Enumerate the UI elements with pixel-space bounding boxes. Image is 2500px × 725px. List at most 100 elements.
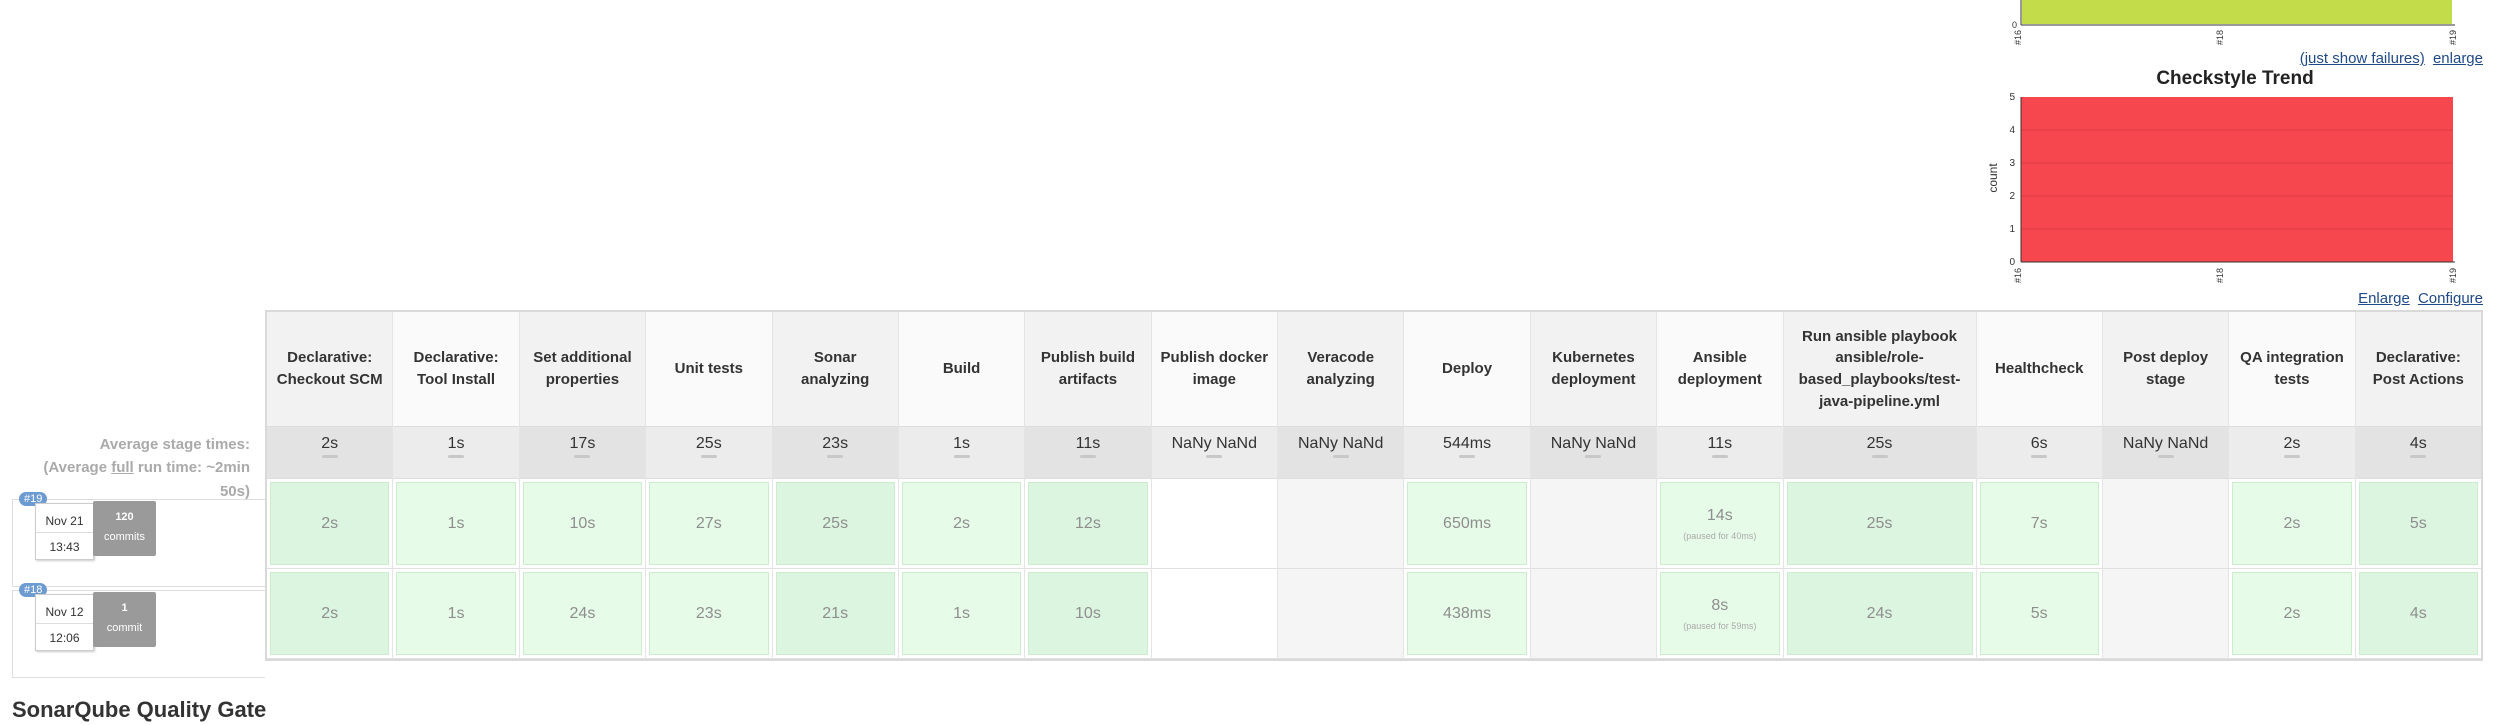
average-bar-icon (2410, 455, 2427, 458)
stage-cell[interactable]: 10s (1025, 569, 1151, 659)
stage-average-time: 4s (2355, 427, 2482, 479)
stage-duration: 8s (1711, 596, 1729, 614)
y-tick-label: 3 (2009, 158, 2015, 169)
stage-cell-duration-box[interactable]: 21s (775, 572, 895, 655)
stage-cell-duration-box[interactable]: 25s (775, 482, 895, 565)
stage-cell-duration-box[interactable]: 24s (522, 572, 643, 655)
stage-cell-duration-box[interactable]: 2s (2232, 572, 2352, 655)
date-divider (36, 623, 93, 624)
stage-cell-duration-box[interactable]: 24s (1786, 572, 1973, 655)
stage-cell[interactable]: 438ms (1404, 569, 1530, 659)
stage-average-time: 2s (267, 427, 393, 479)
stage-cell-duration-box[interactable]: 5s (2358, 482, 2479, 565)
stage-cell[interactable]: 8s (paused for 59ms) (1657, 569, 1783, 659)
stage-cell[interactable]: 2s (2229, 479, 2355, 569)
stage-cell[interactable]: 14s (paused for 40ms) (1657, 479, 1783, 569)
average-stage-times-label: Average stage times: (Average full run t… (10, 433, 250, 503)
stage-duration: 1s (447, 604, 465, 622)
stage-column: QA integration tests 2s 2s 2s (2229, 312, 2356, 659)
stage-cell[interactable]: 25s (772, 479, 898, 569)
stage-cell-duration-box[interactable]: 650ms (1407, 482, 1527, 565)
stage-cell-duration-box[interactable]: 2s (270, 572, 390, 655)
stage-cell-duration-box[interactable]: 25s (1786, 482, 1973, 565)
stage-cell[interactable]: 7s (1976, 479, 2102, 569)
stage-column: Deploy 544ms 650ms 438ms (1404, 312, 1531, 659)
stage-column: Healthcheck 6s 7s 5s (1976, 312, 2103, 659)
enlarge-link[interactable]: enlarge (2433, 50, 2483, 67)
stage-average-value: NaNy NaNd (1550, 435, 1637, 452)
stage-cell[interactable]: 2s (267, 479, 393, 569)
stage-cell[interactable]: 650ms (1404, 479, 1530, 569)
stage-duration: 1s (447, 514, 465, 532)
stage-cell[interactable]: 1s (898, 569, 1025, 659)
stage-cell-duration-box[interactable]: 14s (paused for 40ms) (1660, 482, 1780, 565)
average-bar-icon (321, 455, 338, 458)
stage-average-time: 544ms (1404, 427, 1530, 479)
stage-cell[interactable]: 4s (2355, 569, 2482, 659)
stage-cell-duration-box[interactable]: 10s (522, 482, 643, 565)
stage-duration: 23s (695, 604, 722, 622)
stage-cell[interactable]: 24s (1783, 569, 1976, 659)
stage-column: Unit tests 25s 27s 23s (646, 312, 773, 659)
checkstyle-configure-link[interactable]: Configure (2418, 290, 2483, 307)
commits-badge[interactable]: 1 commit (93, 592, 156, 647)
stage-cell[interactable]: 24s (519, 569, 646, 659)
stage-cell-duration-box[interactable]: 12s (1028, 482, 1148, 565)
stage-average-time: 6s (1976, 427, 2102, 479)
stage-average-time: 2s (2229, 427, 2355, 479)
stage-header: Kubernetes deployment (1530, 312, 1657, 427)
build-date-box: Nov 12 12:06 (35, 594, 94, 651)
stage-cell-duration-box[interactable]: 2s (270, 482, 390, 565)
stage-cell-duration-box[interactable]: 5s (1979, 572, 2099, 655)
avg-label-line1: Average stage times: (99, 436, 250, 453)
stage-duration: 650ms (1443, 514, 1492, 532)
stage-average-value: NaNy NaNd (1298, 435, 1384, 452)
stage-cell-duration-box[interactable]: 23s (649, 572, 769, 655)
stage-cell[interactable]: 10s (519, 479, 646, 569)
stage-cell-duration-box[interactable]: 4s (2358, 572, 2479, 655)
stage-cell-duration-box[interactable]: 2s (2232, 482, 2352, 565)
stage-cell[interactable]: 5s (1976, 569, 2102, 659)
stage-cell-duration-box[interactable]: 27s (649, 482, 769, 565)
stage-header: Post deploy stage (2102, 312, 2229, 427)
stage-cell[interactable]: 23s (646, 569, 772, 659)
stage-cell-duration-box[interactable]: 8s (paused for 59ms) (1660, 572, 1780, 655)
stage-average-time: 11s (1025, 427, 1151, 479)
trend-bar (2022, 0, 2452, 24)
stage-cell[interactable]: 21s (772, 569, 898, 659)
x-tick-label: #16 (2013, 30, 2023, 45)
stage-cell-duration-box[interactable]: 1s (396, 482, 516, 565)
commits-count: 120 (115, 511, 134, 523)
stage-cell[interactable]: 27s (646, 479, 772, 569)
stage-cell (2102, 569, 2229, 659)
checkstyle-enlarge-link[interactable]: Enlarge (2358, 290, 2410, 307)
stage-cell-duration-box[interactable]: 438ms (1407, 572, 1527, 655)
stage-cell[interactable]: 12s (1025, 479, 1151, 569)
stage-cell[interactable]: 5s (2355, 479, 2482, 569)
stage-cell[interactable]: 1s (393, 569, 519, 659)
average-bar-icon (2031, 455, 2048, 458)
stage-cell[interactable]: 1s (393, 479, 519, 569)
stage-cell-duration-box[interactable]: 7s (1979, 482, 2099, 565)
average-bar-icon (1871, 455, 1888, 458)
stage-header: Set additional properties (519, 312, 646, 427)
stage-column: Declarative: Checkout SCM 2s 2s 2s (267, 312, 394, 659)
stage-cell[interactable]: 2s (2229, 569, 2355, 659)
stage-column: Veracode analyzing NaNy NaNd (1278, 312, 1405, 659)
commits-badge[interactable]: 120 commits (93, 501, 156, 556)
stage-duration: 5s (2409, 514, 2427, 532)
show-failures-link[interactable]: (just show failures) (2300, 50, 2425, 67)
stage-cell-duration-box[interactable]: 1s (901, 572, 1022, 655)
build-row-19[interactable]: #19 Nov 21 13:43 120 commits (12, 492, 265, 587)
stage-cell[interactable]: 2s (898, 479, 1025, 569)
stage-average-time: 25s (646, 427, 772, 479)
y-tick-label: 0 (2009, 257, 2015, 268)
stage-cell[interactable]: 25s (1783, 479, 1976, 569)
stage-cell[interactable]: 2s (267, 569, 393, 659)
y-tick-label: 0 (2012, 20, 2017, 30)
build-row-18[interactable]: #18 Nov 12 12:06 1 commit (12, 583, 265, 678)
stage-header: Declarative: Post Actions (2355, 312, 2482, 427)
stage-cell-duration-box[interactable]: 10s (1028, 572, 1148, 655)
stage-cell-duration-box[interactable]: 1s (396, 572, 516, 655)
stage-cell-duration-box[interactable]: 2s (901, 482, 1022, 565)
